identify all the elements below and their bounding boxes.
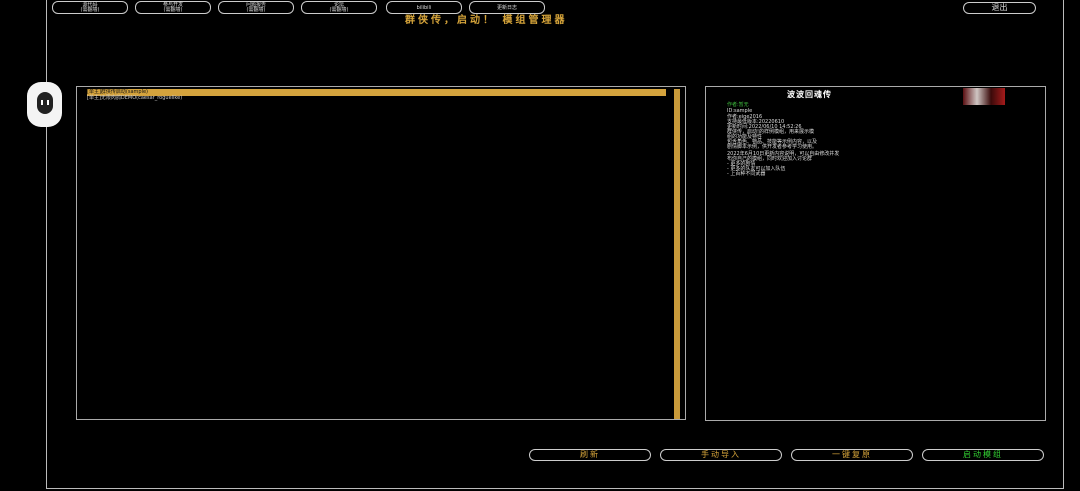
- manual-import-button[interactable]: 手动导入: [660, 449, 782, 461]
- source-code-button[interactable]: 源代码 (需翻墙): [52, 1, 128, 14]
- assistant-face: [37, 92, 53, 114]
- start-mod-button[interactable]: 启动模组: [922, 449, 1044, 461]
- left-eye: [41, 100, 43, 105]
- detail-line: 剧情脚本示例，供开发者参考学习使用。: [727, 144, 818, 150]
- floating-assistant-icon[interactable]: [27, 82, 62, 127]
- restore-button[interactable]: 一键复原: [791, 449, 913, 461]
- issue-report-button[interactable]: 问题报告 (需翻墙): [218, 1, 294, 14]
- button-sublabel: (需翻墙): [246, 7, 266, 13]
- button-sublabel: (需翻墙): [163, 7, 183, 13]
- detail-line: - 上百种不同武器: [727, 171, 766, 177]
- refresh-button[interactable]: 刷新: [529, 449, 651, 461]
- contribute-button[interactable]: 参与开发 (需翻墙): [135, 1, 211, 14]
- mod-thumbnail: [963, 88, 1005, 105]
- mod-list-scrollbar[interactable]: [674, 89, 680, 419]
- forum-button[interactable]: 论坛 (需翻墙): [301, 1, 377, 14]
- button-sublabel: (需翻墙): [329, 7, 349, 13]
- right-eye: [47, 100, 49, 105]
- mod-detail-title: 波波回魂传: [787, 90, 832, 99]
- mod-list-panel: [76, 86, 686, 420]
- button-sublabel: (需翻墙): [80, 7, 100, 13]
- page-title: 群侠传，启动！ 模组管理器: [405, 15, 568, 26]
- exit-button[interactable]: 退出: [963, 2, 1036, 14]
- mod-list-item[interactable]: [单主]无限肉鸽DEMO(caesar_roguelike): [87, 95, 182, 102]
